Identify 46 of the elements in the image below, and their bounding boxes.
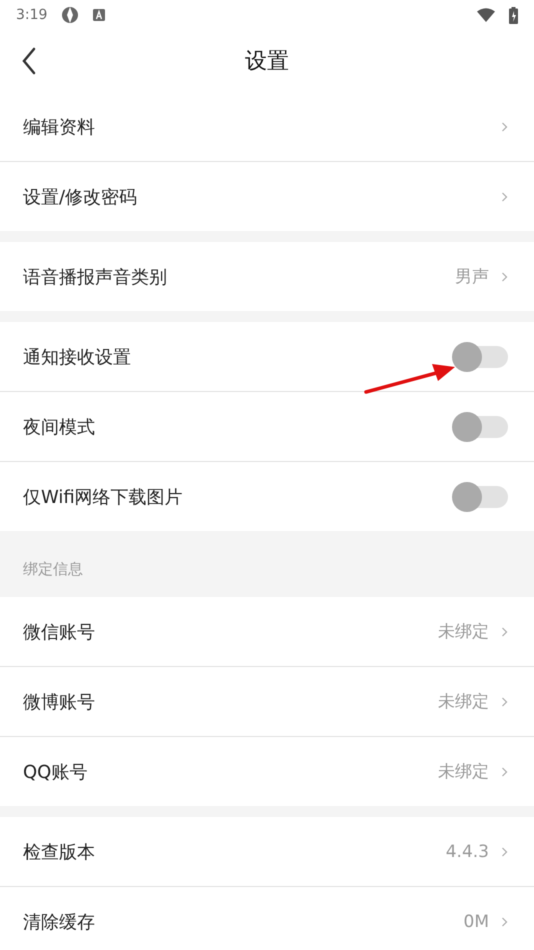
- settings-row[interactable]: QQ账号 未绑定: [0, 737, 534, 806]
- settings-row[interactable]: 检查版本 4.4.3: [0, 817, 534, 886]
- section-header: 绑定信息: [22, 559, 84, 580]
- setting-label: 清除缓存: [23, 910, 96, 934]
- setting-label: 微信账号: [23, 620, 96, 644]
- settings-row[interactable]: 清除缓存 0M: [0, 887, 534, 950]
- setting-value: 4.4.3: [446, 842, 489, 862]
- setting-label: 仅Wifi网络下载图片: [23, 486, 184, 508]
- wifi-icon: [477, 8, 495, 22]
- setting-label: 语音播报声音类别: [23, 266, 168, 288]
- chevron-right-icon: [501, 272, 508, 282]
- app-notification-icon: [61, 6, 80, 24]
- settings-row[interactable]: 微博账号 未绑定: [0, 667, 534, 736]
- settings-row[interactable]: 通知接收设置: [0, 322, 534, 391]
- setting-value: 未绑定: [438, 761, 489, 783]
- settings-row[interactable]: 编辑资料: [0, 92, 534, 161]
- setting-value: 未绑定: [438, 691, 489, 713]
- battery-charging-icon: [509, 6, 518, 24]
- toggle-switch[interactable]: [452, 412, 508, 442]
- settings-row[interactable]: 设置/修改密码: [0, 162, 534, 231]
- setting-label: 微博账号: [23, 690, 96, 714]
- chevron-right-icon: [501, 696, 508, 706]
- chevron-right-icon: [501, 766, 508, 776]
- chevron-right-icon: [501, 916, 508, 926]
- settings-row[interactable]: 微信账号 未绑定: [0, 597, 534, 666]
- toggle-switch[interactable]: [452, 482, 508, 512]
- chevron-right-icon: [501, 846, 508, 856]
- settings-row[interactable]: 仅Wifi网络下载图片: [0, 462, 534, 531]
- setting-label: 通知接收设置: [23, 346, 132, 368]
- status-time: 3:19: [16, 7, 48, 23]
- setting-label: 检查版本: [23, 840, 96, 864]
- toggle-switch[interactable]: [452, 342, 508, 372]
- setting-label: 夜间模式: [23, 416, 96, 438]
- keyboard-notification-icon: [93, 9, 106, 21]
- setting-value: 0M: [464, 912, 489, 932]
- setting-value: 未绑定: [438, 621, 489, 643]
- settings-row[interactable]: 语音播报声音类别 男声: [0, 242, 534, 311]
- chevron-right-icon: [501, 122, 508, 132]
- page-title: 设置: [245, 48, 289, 76]
- setting-label: 设置/修改密码: [23, 186, 138, 208]
- setting-label: 编辑资料: [23, 116, 96, 138]
- setting-value: 男声: [455, 266, 489, 288]
- chevron-right-icon: [501, 626, 508, 636]
- chevron-right-icon: [501, 192, 508, 202]
- setting-label: QQ账号: [23, 760, 88, 784]
- settings-row[interactable]: 夜间模式: [0, 392, 534, 461]
